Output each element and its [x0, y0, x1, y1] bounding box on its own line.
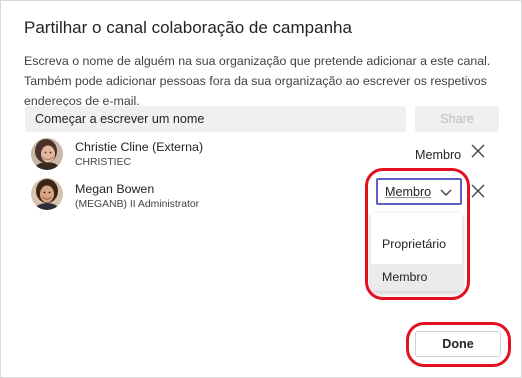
- dialog-title: Partilhar o canal colaboração de campanh…: [24, 18, 352, 37]
- member-subtitle: CHRISTIEC: [75, 157, 131, 168]
- remove-member-icon[interactable]: [470, 183, 486, 199]
- avatar: [31, 138, 63, 170]
- member-subtitle: (MEGANB) II Administrator: [75, 199, 200, 210]
- done-button[interactable]: Done: [415, 331, 501, 357]
- role-dropdown-menu: Proprietário Membro: [371, 213, 462, 291]
- role-select[interactable]: Membro: [376, 178, 462, 205]
- member-role[interactable]: Membro: [415, 148, 461, 162]
- avatar: [31, 178, 63, 210]
- name-search-input[interactable]: [25, 106, 406, 132]
- share-channel-dialog: Partilhar o canal colaboração de campanh…: [0, 0, 522, 378]
- chevron-down-icon: [440, 189, 452, 196]
- member-name: Christie Cline (Externa): [75, 140, 204, 154]
- member-name: Megan Bowen: [75, 182, 155, 196]
- role-select-value: Membro: [385, 185, 432, 199]
- avatar-christie-image: [31, 138, 63, 170]
- share-button[interactable]: Share: [415, 106, 499, 132]
- member-row: Megan Bowen (MEGANB) II Administrator Me…: [25, 172, 501, 216]
- remove-member-icon[interactable]: [470, 143, 486, 159]
- role-option-owner[interactable]: Proprietário: [371, 231, 462, 258]
- avatar-megan-image: [31, 178, 63, 210]
- member-row: Christie Cline (Externa) CHRISTIEC Membr…: [25, 132, 501, 176]
- dialog-description: Escreva o nome de alguém na sua organiza…: [24, 54, 491, 108]
- role-option-member[interactable]: Membro: [371, 264, 462, 291]
